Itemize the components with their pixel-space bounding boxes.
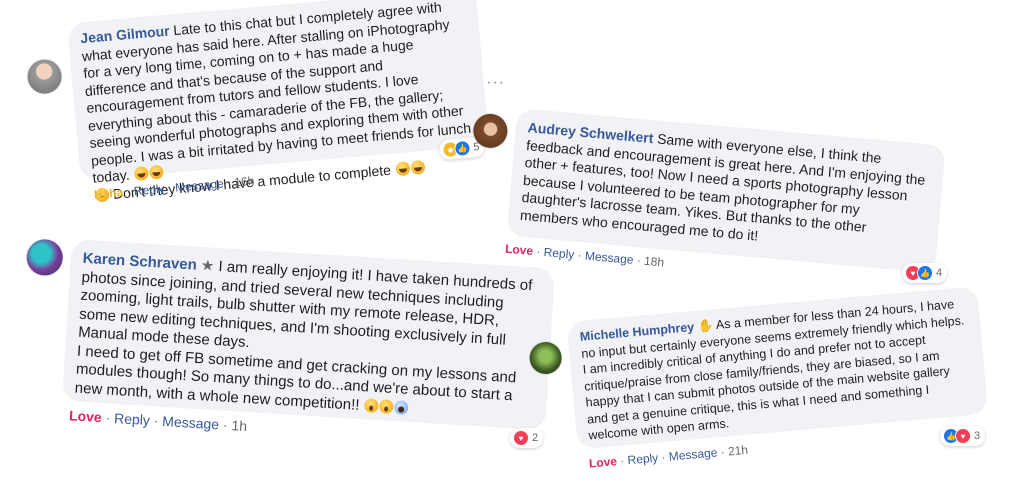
- comment-karen-schraven: Karen Schraven ★ I am really enjoying it…: [9, 236, 561, 479]
- reply-link[interactable]: Reply: [543, 245, 575, 262]
- comment-bubble: Karen Schraven ★ I am really enjoying it…: [62, 239, 556, 431]
- astonished-emoji-icon: [379, 398, 395, 414]
- reaction-count: 3: [974, 430, 981, 442]
- scream-emoji-icon: [394, 399, 410, 415]
- love-reaction-label[interactable]: Love: [588, 454, 617, 470]
- comment-body: Same with everyone else, I think the fee…: [519, 130, 926, 244]
- avatar[interactable]: [528, 340, 563, 376]
- love-reaction-icon: ♥: [955, 428, 971, 444]
- timestamp: 21h: [727, 442, 749, 459]
- more-options-icon[interactable]: ···: [486, 74, 505, 92]
- reaction-count: 4: [936, 267, 943, 279]
- love-reaction-label[interactable]: Love: [69, 407, 103, 425]
- haha-reaction-label[interactable]: Haha: [93, 185, 123, 202]
- love-reaction-label[interactable]: Love: [505, 242, 534, 258]
- timestamp: 1h: [231, 417, 248, 435]
- grin-sweat-emoji-icon: [410, 159, 426, 175]
- reply-link[interactable]: Reply: [114, 410, 151, 428]
- comment-text: Audrey Schwelkert Same with everyone els…: [519, 119, 933, 259]
- wave-icon: ✋: [697, 318, 714, 334]
- comment-actions: Love · Reply · Message · 1h: [68, 407, 248, 435]
- like-reaction-icon: 👍: [917, 265, 933, 281]
- flushed-emoji-icon: [364, 397, 380, 413]
- message-link[interactable]: Message: [668, 445, 718, 463]
- star-icon: ★: [200, 256, 215, 275]
- reaction-summary[interactable]: 👍 ♥ 3: [940, 426, 986, 446]
- comment-body-2: I need to get off FB sometime and get cr…: [74, 342, 517, 414]
- avatar[interactable]: [25, 238, 64, 277]
- avatar[interactable]: [26, 58, 63, 95]
- comment-body: I am really enjoying it! I have taken hu…: [77, 258, 533, 352]
- comment-bubble: Jean Gilmour Late to this chat but I com…: [67, 0, 490, 203]
- message-link[interactable]: Message: [584, 249, 634, 267]
- message-link[interactable]: Message: [162, 413, 220, 432]
- reaction-summary[interactable]: ♥ 👍 4: [902, 263, 948, 283]
- comment-actions: Love · Reply · Message · 21h: [588, 442, 749, 471]
- comment-text: Michelle Humphrey ✋ As a member for less…: [579, 295, 976, 444]
- timestamp: 18h: [643, 253, 665, 270]
- love-reaction-icon: ♥: [513, 430, 529, 446]
- comment-text: Karen Schraven ★ I am really enjoying it…: [74, 250, 542, 426]
- comment-michelle-humphrey: Michelle Humphrey ✋ As a member for less…: [522, 286, 1003, 489]
- reply-link[interactable]: Reply: [627, 451, 659, 468]
- grinning-emoji-icon: [133, 165, 149, 182]
- timestamp: 16h: [233, 173, 255, 190]
- comment-bubble: Michelle Humphrey ✋ As a member for less…: [566, 286, 989, 450]
- reply-link[interactable]: Reply: [133, 182, 165, 199]
- avatar[interactable]: [471, 112, 509, 150]
- comment-text: Jean Gilmour Late to this chat but I com…: [80, 0, 480, 205]
- laughing-emoji-icon: [148, 164, 164, 180]
- comment-body: As a member for less than 24 hours, I ha…: [580, 297, 965, 443]
- grimacing-emoji-icon: [395, 160, 411, 176]
- comment-jean-gilmour: Jean Gilmour Late to this chat but I com…: [14, 0, 520, 213]
